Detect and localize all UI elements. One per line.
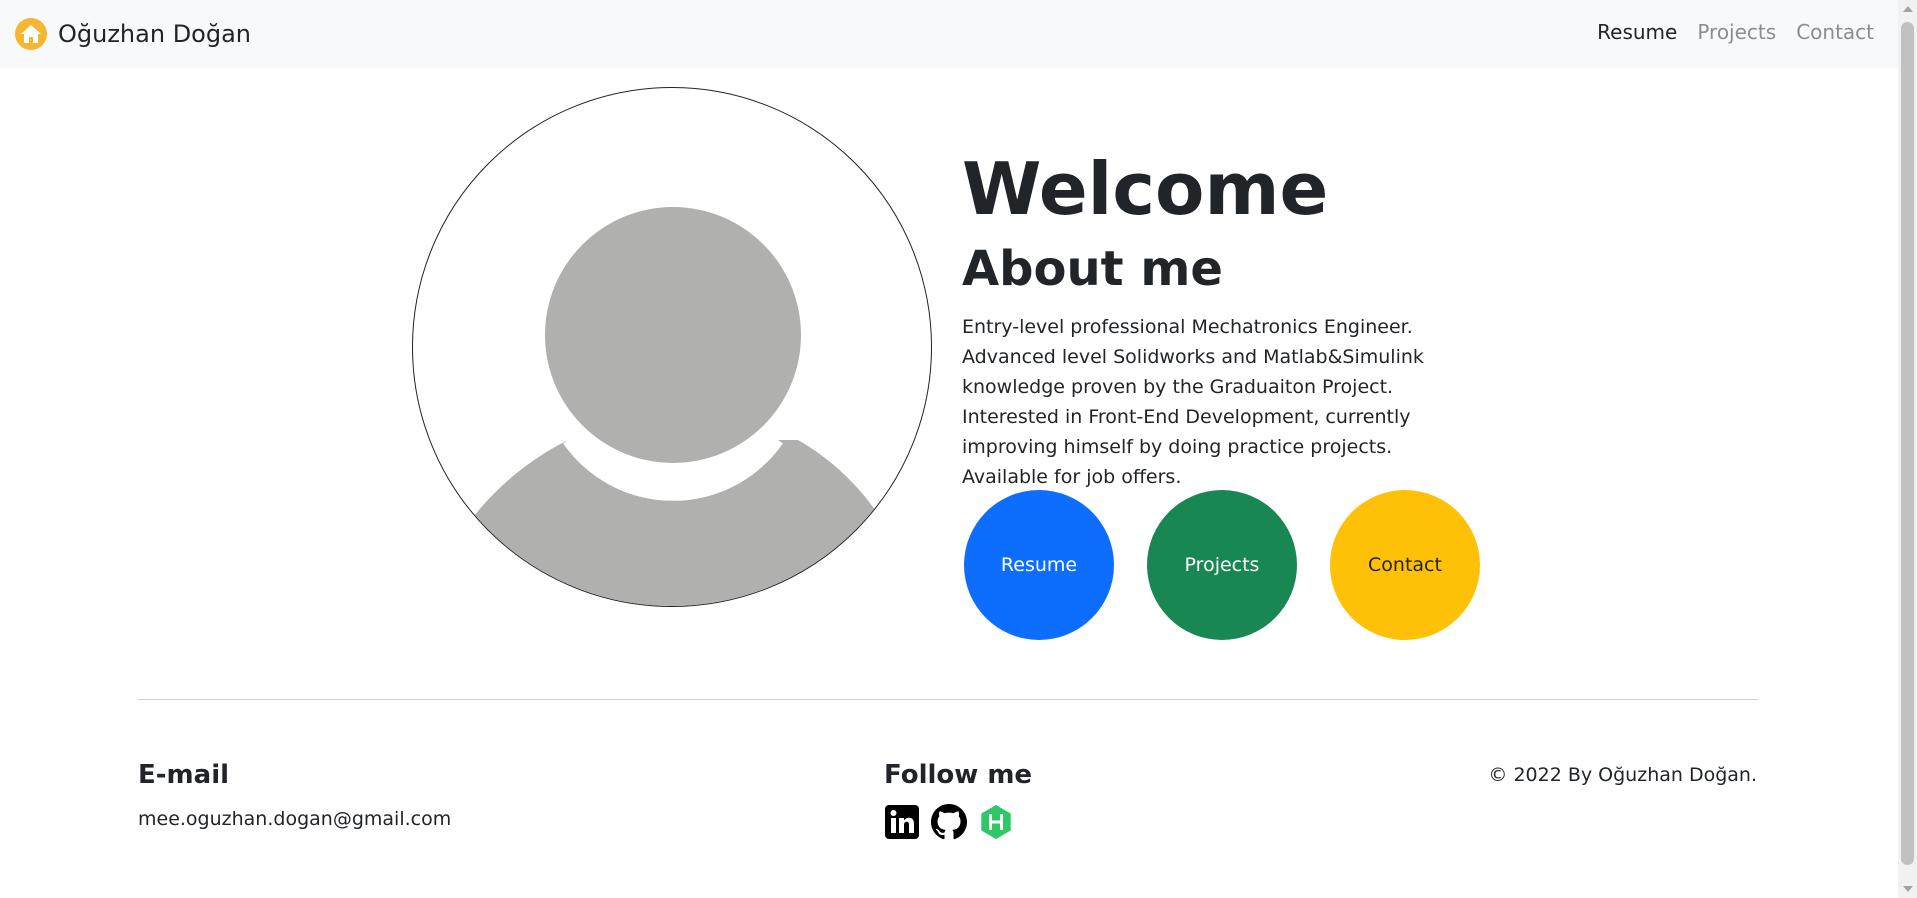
scroll-down-arrow-icon[interactable] bbox=[1903, 886, 1913, 892]
hackerrank-icon[interactable] bbox=[978, 804, 1014, 840]
footer-divider bbox=[138, 699, 1758, 700]
github-icon[interactable] bbox=[931, 804, 967, 840]
user-silhouette-icon bbox=[425, 195, 922, 606]
nav-links: Resume Projects Contact bbox=[1597, 20, 1874, 44]
nav-link-contact[interactable]: Contact bbox=[1796, 20, 1874, 44]
welcome-heading: Welcome bbox=[962, 147, 1329, 231]
linkedin-icon[interactable] bbox=[884, 804, 920, 840]
nav-link-projects[interactable]: Projects bbox=[1697, 20, 1776, 44]
brand[interactable]: Oğuzhan Doğan bbox=[14, 16, 251, 52]
follow-heading: Follow me bbox=[884, 760, 1033, 790]
brand-name[interactable]: Oğuzhan Doğan bbox=[58, 20, 251, 48]
projects-button[interactable]: Projects bbox=[1147, 490, 1297, 640]
nav-link-resume[interactable]: Resume bbox=[1597, 20, 1677, 44]
email-link[interactable]: mee.oguzhan.dogan@gmail.com bbox=[138, 808, 451, 830]
email-heading: E-mail bbox=[138, 760, 230, 790]
about-text: Entry-level professional Mechatronics En… bbox=[962, 315, 1424, 488]
about-heading: About me bbox=[962, 241, 1223, 298]
hero-text: Welcome About me Entry-level professiona… bbox=[962, 147, 1482, 492]
home-icon bbox=[15, 18, 47, 50]
profile-avatar bbox=[412, 87, 932, 607]
vertical-scrollbar[interactable] bbox=[1898, 0, 1917, 898]
resume-button[interactable]: Resume bbox=[964, 490, 1114, 640]
social-links bbox=[884, 804, 1014, 840]
contact-button[interactable]: Contact bbox=[1330, 490, 1480, 640]
scrollbar-thumb[interactable] bbox=[1901, 22, 1914, 865]
copyright-text: © 2022 By Oğuzhan Doğan. bbox=[1488, 764, 1757, 786]
navbar: Oğuzhan Doğan Resume Projects Contact bbox=[0, 0, 1898, 68]
scroll-up-arrow-icon[interactable] bbox=[1903, 6, 1913, 12]
